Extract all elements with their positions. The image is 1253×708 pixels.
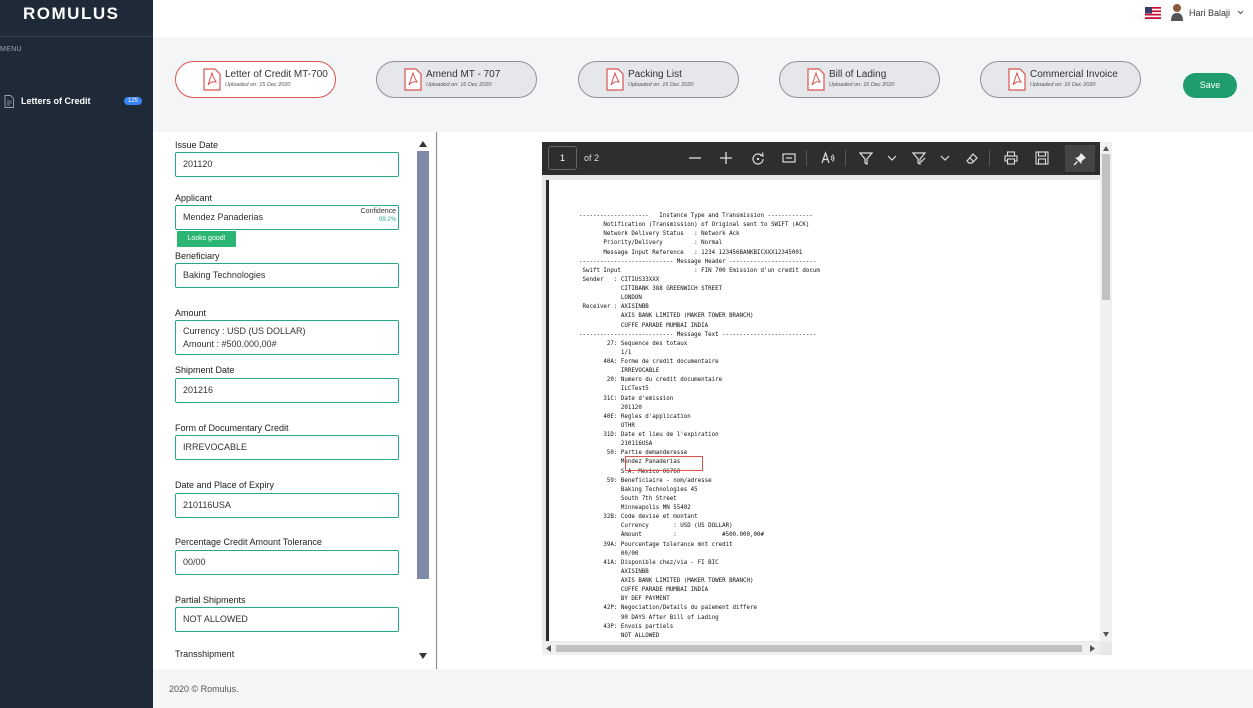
sidebar-item-letters-of-credit[interactable]: Letters of Credit 125 [0, 94, 153, 111]
page-number-input[interactable]: 1 [548, 146, 577, 170]
viewer-scroll-thumb[interactable] [1102, 154, 1110, 300]
scroll-up-icon[interactable] [1103, 146, 1109, 151]
document-tab-packing-list[interactable]: Packing List Uploaded on: 16 Dec 2020 [578, 61, 739, 98]
fit-page-icon[interactable] [782, 151, 796, 165]
copyright-text: 2020 © Romulus. [169, 684, 239, 694]
sidebar: ROMULUS MENU Letters of Credit 125 [0, 0, 153, 708]
document-tab-upload-date: Uploaded on: 16 Dec 2020 [829, 82, 895, 88]
document-tab-title: Packing List [628, 69, 682, 80]
pdf-icon [1008, 68, 1026, 91]
save-button[interactable]: Save [1183, 73, 1237, 98]
count-badge: 125 [124, 97, 143, 105]
document-tab-title: Bill of Lading [829, 69, 887, 80]
top-header: Hari Balaji [153, 0, 1253, 37]
chevron-down-icon[interactable] [885, 151, 899, 165]
scroll-down-icon[interactable] [419, 653, 427, 659]
zoom-in-icon[interactable] [719, 151, 733, 165]
expiry-label: Date and Place of Expiry [175, 480, 275, 490]
beneficiary-field[interactable]: Baking Technologies [175, 263, 399, 288]
shipment-date-label: Shipment Date [175, 365, 235, 375]
save-icon[interactable] [1035, 151, 1049, 165]
sidebar-item-label: Letters of Credit [21, 96, 91, 106]
document-tab-title: Amend MT - 707 [426, 69, 501, 80]
scroll-left-icon[interactable] [546, 645, 551, 652]
document-tab-upload-date: Uploaded on: 16 Dec 2020 [426, 82, 492, 88]
pdf-viewer: 1 of 2 -------------------- Instance Typ… [542, 142, 1112, 655]
scroll-down-icon[interactable] [1103, 632, 1109, 637]
viewer-horizontal-scrollbar[interactable] [542, 642, 1100, 655]
document-tab-upload-date: Uploaded on: 15 Dec 2020 [225, 82, 291, 88]
print-icon[interactable] [1004, 151, 1018, 165]
document-tab-upload-date: Uploaded on: 16 Dec 2020 [628, 82, 694, 88]
tolerance-label: Percentage Credit Amount Tolerance [175, 537, 322, 547]
avatar[interactable] [1170, 3, 1184, 21]
tolerance-field[interactable]: 00/00 [175, 550, 399, 575]
draw-icon[interactable] [912, 151, 926, 165]
shipment-date-field[interactable]: 201216 [175, 378, 399, 403]
expiry-field[interactable]: 210116USA [175, 493, 399, 518]
document-tab-title: Commercial Invoice [1030, 69, 1118, 80]
issue-date-label: Issue Date [175, 140, 219, 150]
confidence-value: 99.2% [378, 217, 396, 223]
pin-icon [1073, 153, 1086, 166]
scroll-right-icon[interactable] [1090, 645, 1095, 652]
footer: 2020 © Romulus. [153, 669, 1253, 708]
pin-button[interactable] [1065, 145, 1095, 172]
confidence-label: Confidence [360, 208, 396, 215]
amount-value-line: Amount : #500.000,00# [183, 339, 277, 349]
beneficiary-label: Beneficiary [175, 251, 220, 261]
user-name[interactable]: Hari Balaji [1189, 8, 1230, 18]
amount-currency-line: Currency : USD (US DOLLAR) [183, 326, 306, 336]
scroll-up-icon[interactable] [419, 141, 427, 147]
document-tab-letter-of-credit[interactable]: Letter of Credit MT-700 Uploaded on: 15 … [175, 61, 336, 98]
issue-date-field[interactable]: 201120 [175, 152, 399, 177]
eraser-icon[interactable] [965, 151, 979, 165]
zoom-out-icon[interactable] [688, 151, 702, 165]
pdf-icon [404, 68, 422, 91]
document-page: -------------------- Instance Type and T… [546, 180, 1100, 641]
toolbar-divider [806, 150, 807, 166]
amount-field[interactable]: Currency : USD (US DOLLAR) Amount : #500… [175, 320, 399, 355]
partial-shipments-field[interactable]: NOT ALLOWED [175, 607, 399, 632]
form-of-credit-label: Form of Documentary Credit [175, 423, 289, 433]
document-tab-commercial-invoice[interactable]: Commercial Invoice Uploaded on: 16 Dec 2… [980, 61, 1141, 98]
applicant-field[interactable]: Mendez Panaderias Confidence 99.2% [175, 205, 399, 230]
partial-shipments-label: Partial Shipments [175, 595, 246, 605]
pdf-icon [807, 68, 825, 91]
page-count: of 2 [584, 153, 600, 163]
menu-label: MENU [0, 46, 22, 53]
document-tab-title: Letter of Credit MT-700 [225, 69, 328, 80]
read-aloud-icon[interactable] [821, 151, 835, 165]
extraction-form: Issue Date 201120 Applicant Mendez Panad… [153, 132, 437, 669]
document-tab-amend[interactable]: Amend MT - 707 Uploaded on: 16 Dec 2020 [376, 61, 537, 98]
document-text: -------------------- Instance Type and T… [579, 213, 820, 639]
document-tab-bill-of-lading[interactable]: Bill of Lading Uploaded on: 16 Dec 2020 [779, 61, 940, 98]
extraction-highlight [625, 456, 703, 471]
viewer-vertical-scrollbar[interactable] [1100, 142, 1112, 642]
toolbar-divider [845, 150, 846, 166]
chevron-down-icon[interactable] [1237, 9, 1244, 15]
form-scroll-thumb[interactable] [417, 151, 429, 579]
rotate-icon[interactable] [751, 151, 765, 165]
toolbar-divider [989, 150, 990, 166]
document-icon [4, 95, 14, 108]
transshipment-label: Transshipment [175, 649, 235, 659]
confidence-indicator: Confidence 99.2% [361, 208, 396, 224]
document-tab-upload-date: Uploaded on: 16 Dec 2020 [1030, 82, 1096, 88]
form-of-credit-field[interactable]: IRREVOCABLE [175, 435, 399, 460]
brand-logo: ROMULUS [0, 0, 153, 37]
applicant-value: Mendez Panaderias [183, 212, 264, 222]
highlight-icon[interactable] [859, 151, 873, 165]
amount-label: Amount [175, 308, 207, 318]
chevron-down-icon[interactable] [938, 151, 952, 165]
validation-badge: Looks good! [177, 231, 236, 247]
applicant-label: Applicant [175, 193, 213, 203]
pdf-icon [606, 68, 624, 91]
viewer-hscroll-thumb[interactable] [556, 645, 1082, 652]
us-flag-icon[interactable] [1145, 7, 1161, 19]
pdf-icon [203, 68, 221, 91]
pdf-toolbar: 1 of 2 [542, 142, 1100, 175]
